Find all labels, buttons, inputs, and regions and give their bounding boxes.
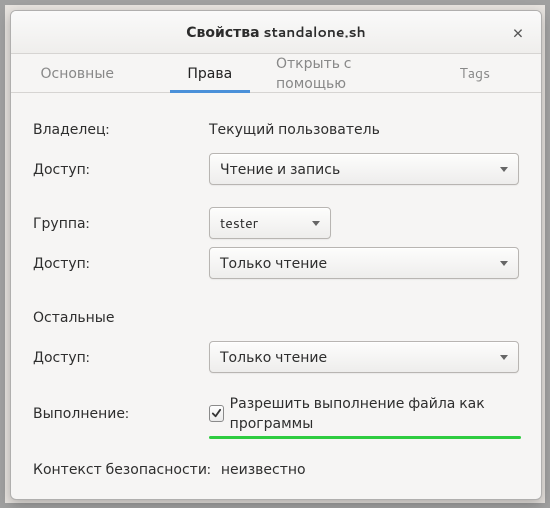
check-icon	[211, 408, 222, 419]
group-access-label: Доступ:	[33, 253, 209, 273]
security-context-label: Контекст безопасности:	[33, 459, 211, 479]
properties-dialog: Свойства standalone.sh × Основные Права …	[10, 10, 542, 500]
owner-value: Текущий пользователь	[209, 119, 380, 139]
tab-open-with[interactable]: Открыть с помощью	[276, 54, 409, 92]
execute-checkbox-row: Разрешить выполнение файла как программы	[209, 393, 519, 433]
combo-value: tester	[220, 213, 258, 233]
tab-label: Tags	[459, 63, 490, 83]
owner-label: Владелец:	[33, 119, 209, 139]
permissions-panel: Владелец: Текущий пользователь Доступ: Ч…	[11, 93, 541, 499]
others-heading: Остальные	[33, 307, 209, 327]
close-button[interactable]: ×	[507, 21, 529, 43]
group-combo[interactable]: tester	[209, 207, 331, 239]
execute-checkbox[interactable]	[209, 405, 224, 422]
security-context-value: неизвестно	[221, 459, 306, 479]
tab-basic[interactable]: Основные	[11, 54, 144, 92]
owner-access-combo[interactable]: Чтение и запись	[209, 153, 519, 185]
owner-access-label: Доступ:	[33, 159, 209, 179]
chevron-down-icon	[500, 167, 508, 172]
group-label: Группа:	[33, 213, 209, 233]
chevron-down-icon	[500, 261, 508, 266]
close-icon: ×	[512, 19, 523, 45]
combo-value: Только чтение	[220, 253, 327, 273]
tab-permissions[interactable]: Права	[144, 54, 277, 92]
others-access-label: Доступ:	[33, 347, 209, 367]
execute-checkbox-label: Разрешить выполнение файла как программы	[230, 393, 519, 433]
tab-label: Основные	[40, 63, 114, 83]
tab-label: Права	[187, 63, 232, 83]
tab-bar: Основные Права Открыть с помощью Tags	[11, 54, 541, 93]
window-title: Свойства standalone.sh	[186, 22, 365, 42]
highlight-underline	[209, 436, 521, 439]
chevron-down-icon	[312, 221, 320, 226]
tab-label: Открыть с помощью	[276, 53, 409, 93]
others-access-combo[interactable]: Только чтение	[209, 341, 519, 373]
tab-tags[interactable]: Tags	[409, 54, 542, 92]
chevron-down-icon	[500, 355, 508, 360]
group-access-combo[interactable]: Только чтение	[209, 247, 519, 279]
combo-value: Только чтение	[220, 347, 327, 367]
titlebar: Свойства standalone.sh ×	[11, 11, 541, 54]
combo-value: Чтение и запись	[220, 159, 340, 179]
execute-label: Выполнение:	[33, 403, 209, 423]
